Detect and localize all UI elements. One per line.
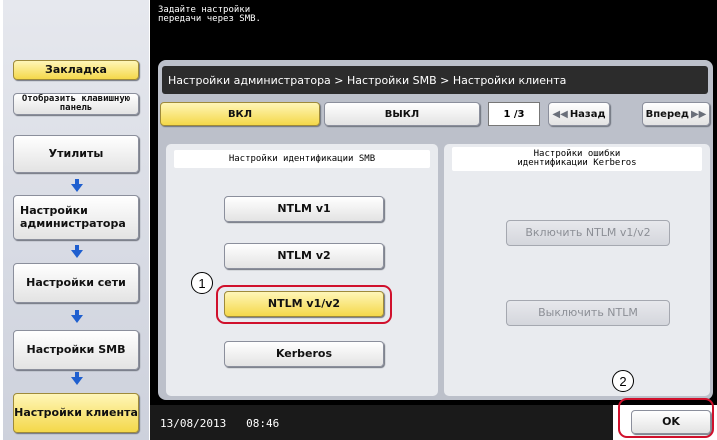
time-text: 08:46 (246, 417, 280, 430)
back-button[interactable]: ◀◀ Назад (548, 102, 610, 126)
down-arrow-icon (71, 245, 83, 258)
smb-auth-panel: Настройки идентификации SMB NTLM v1 NTLM… (166, 144, 438, 396)
ntlm-v2-button[interactable]: NTLM v2 (224, 243, 384, 269)
breadcrumb: Настройки администратора > Настройки SMB… (162, 66, 708, 94)
page-indicator: 1 /3 (488, 102, 540, 126)
down-arrow-icon (71, 179, 83, 192)
breadcrumb-text: Настройки администратора > Настройки SMB… (168, 73, 567, 87)
step-smb-settings-button[interactable]: Настройки SMB (13, 330, 139, 370)
step-utilities-button[interactable]: Утилиты (13, 135, 139, 173)
callout-2: 2 (612, 370, 634, 392)
date-text: 13/08/2013 (160, 417, 227, 430)
ntlm-v1-button[interactable]: NTLM v1 (224, 196, 384, 222)
enable-ntlm-button[interactable]: Включить NTLM v1/v2 (506, 220, 670, 246)
ok-highlight (618, 398, 714, 438)
smb-auth-title: Настройки идентификации SMB (174, 150, 430, 168)
down-arrow-icon (71, 310, 83, 323)
kerberos-error-panel: Настройки ошибки идентификации Kerberos … (444, 144, 710, 396)
settings-panel: Настройки администратора > Настройки SMB… (158, 60, 713, 400)
down-arrow-icon (71, 372, 83, 385)
instruction-message: Задайте настройки передачи через SMB. (158, 5, 261, 24)
forward-button[interactable]: Вперед ▶▶ (642, 102, 710, 126)
fast-forward-icon: ▶▶ (690, 108, 707, 120)
off-toggle-button[interactable]: ВЫКЛ (324, 102, 480, 126)
bookmark-button[interactable]: Закладка (13, 60, 139, 80)
show-keypad-button[interactable]: Отобразить клавишную панель (13, 93, 139, 115)
kerberos-button[interactable]: Kerberos (224, 341, 384, 367)
forward-label: Вперед (645, 108, 689, 120)
on-toggle-button[interactable]: ВКЛ (160, 102, 320, 126)
left-sidebar: Закладка Отобразить клавишную панель Ути… (3, 0, 149, 440)
step-admin-settings-button[interactable]: Настройки администратора (13, 195, 139, 240)
back-label: Назад (569, 108, 606, 120)
disable-ntlm-button[interactable]: Выключить NTLM (506, 300, 670, 326)
kerberos-error-title: Настройки ошибки идентификации Kerberos (452, 147, 702, 171)
date-time: 13/08/2013 08:46 (160, 417, 279, 430)
selection-highlight (216, 285, 392, 324)
callout-1: 1 (191, 272, 213, 294)
rewind-icon: ◀◀ (552, 108, 568, 120)
step-network-settings-button[interactable]: Настройки сети (13, 263, 139, 303)
step-client-settings-button[interactable]: Настройки клиента (13, 393, 139, 433)
main-screen: Задайте настройки передачи через SMB. На… (150, 0, 717, 440)
